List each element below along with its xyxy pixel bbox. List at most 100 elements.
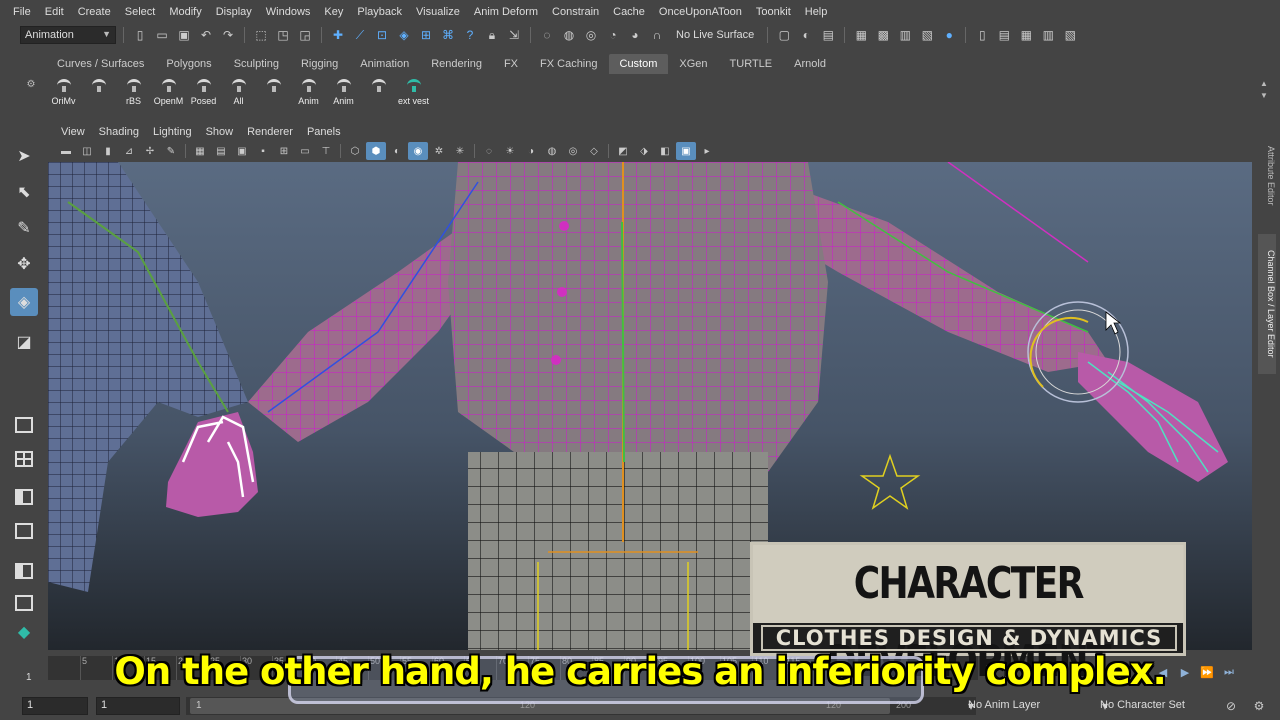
shelf-button[interactable]: OpenM bbox=[151, 76, 186, 114]
menu-constrain[interactable]: Constrain bbox=[545, 0, 606, 24]
toggle-icon[interactable]: ▤ bbox=[819, 26, 837, 44]
paint-select-icon[interactable]: ◍ bbox=[560, 26, 578, 44]
panel-menu-shading[interactable]: Shading bbox=[92, 126, 146, 138]
menu-set-dropdown[interactable]: Animation ▼ bbox=[20, 26, 116, 44]
new-scene-icon[interactable]: ▯ bbox=[131, 26, 149, 44]
select-component-icon[interactable]: ◲ bbox=[296, 26, 314, 44]
lights-icon[interactable]: ☀ bbox=[500, 142, 520, 160]
menu-cache[interactable]: Cache bbox=[606, 0, 652, 24]
tweak-icon[interactable]: ◕ bbox=[626, 26, 644, 44]
shelf-button[interactable] bbox=[256, 76, 291, 114]
shelf-tab-turtle[interactable]: TURTLE bbox=[719, 54, 784, 74]
isolate-select-icon[interactable]: ◩ bbox=[613, 142, 633, 160]
paint-select-tool-icon[interactable]: ✎ bbox=[10, 214, 38, 242]
shadows-icon[interactable]: ◑ bbox=[521, 142, 541, 160]
menu-help[interactable]: Help bbox=[798, 0, 835, 24]
textured-icon[interactable]: ◌ bbox=[479, 142, 499, 160]
sidebar-toggle-icon[interactable]: ▯ bbox=[973, 26, 991, 44]
safe-action-icon[interactable]: ▭ bbox=[295, 142, 315, 160]
left-hand[interactable] bbox=[166, 412, 258, 517]
workspace-icon-3[interactable]: ▥ bbox=[1039, 26, 1057, 44]
two-d-pan-icon[interactable]: ✢ bbox=[140, 142, 160, 160]
menu-file[interactable]: File bbox=[6, 0, 38, 24]
viewport-options-icon[interactable]: ▸ bbox=[697, 142, 717, 160]
save-scene-icon[interactable]: ▣ bbox=[175, 26, 193, 44]
shade-default-material-icon[interactable]: ◐ bbox=[387, 142, 407, 160]
rotate-tool-icon[interactable]: ◈ bbox=[10, 288, 38, 316]
menu-key[interactable]: Key bbox=[317, 0, 350, 24]
shelf-button[interactable] bbox=[361, 76, 396, 114]
antialias-icon[interactable]: ◇ bbox=[584, 142, 604, 160]
shelf-button[interactable] bbox=[81, 76, 116, 114]
menu-windows[interactable]: Windows bbox=[259, 0, 318, 24]
shelf-button[interactable]: ext vest bbox=[396, 76, 431, 114]
wireframe-icon[interactable]: ⬡ bbox=[345, 142, 365, 160]
menu-toonkit[interactable]: Toonkit bbox=[749, 0, 798, 24]
lock-icon[interactable]: 🔒︎ bbox=[483, 26, 501, 44]
panel-menu-renderer[interactable]: Renderer bbox=[240, 126, 300, 138]
redo-icon[interactable]: ↷ bbox=[219, 26, 237, 44]
scale-tool-icon[interactable]: ◪ bbox=[10, 328, 38, 356]
shelf-tab-xgen[interactable]: XGen bbox=[668, 54, 718, 74]
menu-modify[interactable]: Modify bbox=[162, 0, 208, 24]
live-surface-label[interactable]: No Live Surface bbox=[670, 29, 760, 41]
field-chart-icon[interactable]: ⊞ bbox=[274, 142, 294, 160]
shelf-button[interactable]: Anim bbox=[326, 76, 361, 114]
side-by-side-layout-icon[interactable] bbox=[10, 484, 38, 510]
shelf-tab-polygons[interactable]: Polygons bbox=[155, 54, 222, 74]
snap-live-icon[interactable]: ⌘ bbox=[439, 26, 457, 44]
sym-icon[interactable]: ▢ bbox=[775, 26, 793, 44]
menu-playback[interactable]: Playback bbox=[350, 0, 409, 24]
lasso-tool-icon[interactable]: ⬉ bbox=[10, 178, 38, 206]
panel-menu-panels[interactable]: Panels bbox=[300, 126, 348, 138]
shelf-tab-arnold[interactable]: Arnold bbox=[783, 54, 837, 74]
snap-view-icon[interactable]: ◈ bbox=[395, 26, 413, 44]
menu-onceuponatoon[interactable]: OnceUponAToon bbox=[652, 0, 749, 24]
shelf-button[interactable]: rBS bbox=[116, 76, 151, 114]
shelf-scroll[interactable]: ▲ ▼ bbox=[1258, 78, 1270, 114]
star-control-icon[interactable] bbox=[859, 453, 921, 510]
panel-menu-lighting[interactable]: Lighting bbox=[146, 126, 199, 138]
select-object-icon[interactable]: ◳ bbox=[274, 26, 292, 44]
hypershade-icon[interactable]: ● bbox=[940, 26, 958, 44]
single-view-layout-icon[interactable] bbox=[10, 412, 38, 438]
snap-surface-icon[interactable]: ⊞ bbox=[417, 26, 435, 44]
render-frame-icon[interactable]: ▦ bbox=[852, 26, 870, 44]
xray-icon[interactable]: ✲ bbox=[429, 142, 449, 160]
safe-title-icon[interactable]: ⊤ bbox=[316, 142, 336, 160]
menu-visualize[interactable]: Visualize bbox=[409, 0, 467, 24]
magnet-icon[interactable]: ∩ bbox=[648, 26, 666, 44]
grease-pencil-icon[interactable]: ✎ bbox=[161, 142, 181, 160]
undo-icon[interactable]: ↶ bbox=[197, 26, 215, 44]
ipr-render-icon[interactable]: ▥ bbox=[896, 26, 914, 44]
panel-menu-view[interactable]: View bbox=[54, 126, 92, 138]
gate-mask-icon[interactable]: ▪ bbox=[253, 142, 273, 160]
render-settings-icon[interactable]: ▧ bbox=[918, 26, 936, 44]
shelf-tab-curves-surfaces[interactable]: Curves / Surfaces bbox=[46, 54, 155, 74]
xray-joints-icon[interactable]: ✳ bbox=[450, 142, 470, 160]
menu-anim-deform[interactable]: Anim Deform bbox=[467, 0, 545, 24]
menu-display[interactable]: Display bbox=[209, 0, 259, 24]
shelf-button[interactable]: All bbox=[221, 76, 256, 114]
menu-create[interactable]: Create bbox=[71, 0, 118, 24]
smooth-shade-icon[interactable]: ⬢ bbox=[366, 142, 386, 160]
shelf-tab-fx[interactable]: FX bbox=[493, 54, 529, 74]
motion-blur-icon[interactable]: ◎ bbox=[563, 142, 583, 160]
persp-outliner-layout-icon[interactable] bbox=[10, 558, 38, 584]
shelf-button[interactable]: OriMv bbox=[46, 76, 81, 114]
snap-point-icon[interactable]: ⊡ bbox=[373, 26, 391, 44]
outliner-layout-icon[interactable] bbox=[10, 590, 38, 616]
select-tool-icon[interactable]: ➤ bbox=[10, 142, 38, 170]
construction-history-icon[interactable]: ◐ bbox=[797, 26, 815, 44]
shelf-button[interactable]: Anim bbox=[291, 76, 326, 114]
hud-icon[interactable]: ▣ bbox=[676, 142, 696, 160]
panel-menu-show[interactable]: Show bbox=[199, 126, 241, 138]
shelf-button[interactable]: Posed bbox=[186, 76, 221, 114]
grid-icon[interactable]: ▦ bbox=[190, 142, 210, 160]
shelf-gear-icon[interactable]: ⚙ bbox=[22, 76, 40, 94]
camera-attributes-icon[interactable]: ◫ bbox=[77, 142, 97, 160]
four-view-layout-icon[interactable] bbox=[10, 446, 38, 472]
move-tool-icon[interactable]: ✥ bbox=[10, 250, 38, 278]
snap-grid-icon[interactable]: ✚ bbox=[329, 26, 347, 44]
film-gate-icon[interactable]: ▤ bbox=[211, 142, 231, 160]
